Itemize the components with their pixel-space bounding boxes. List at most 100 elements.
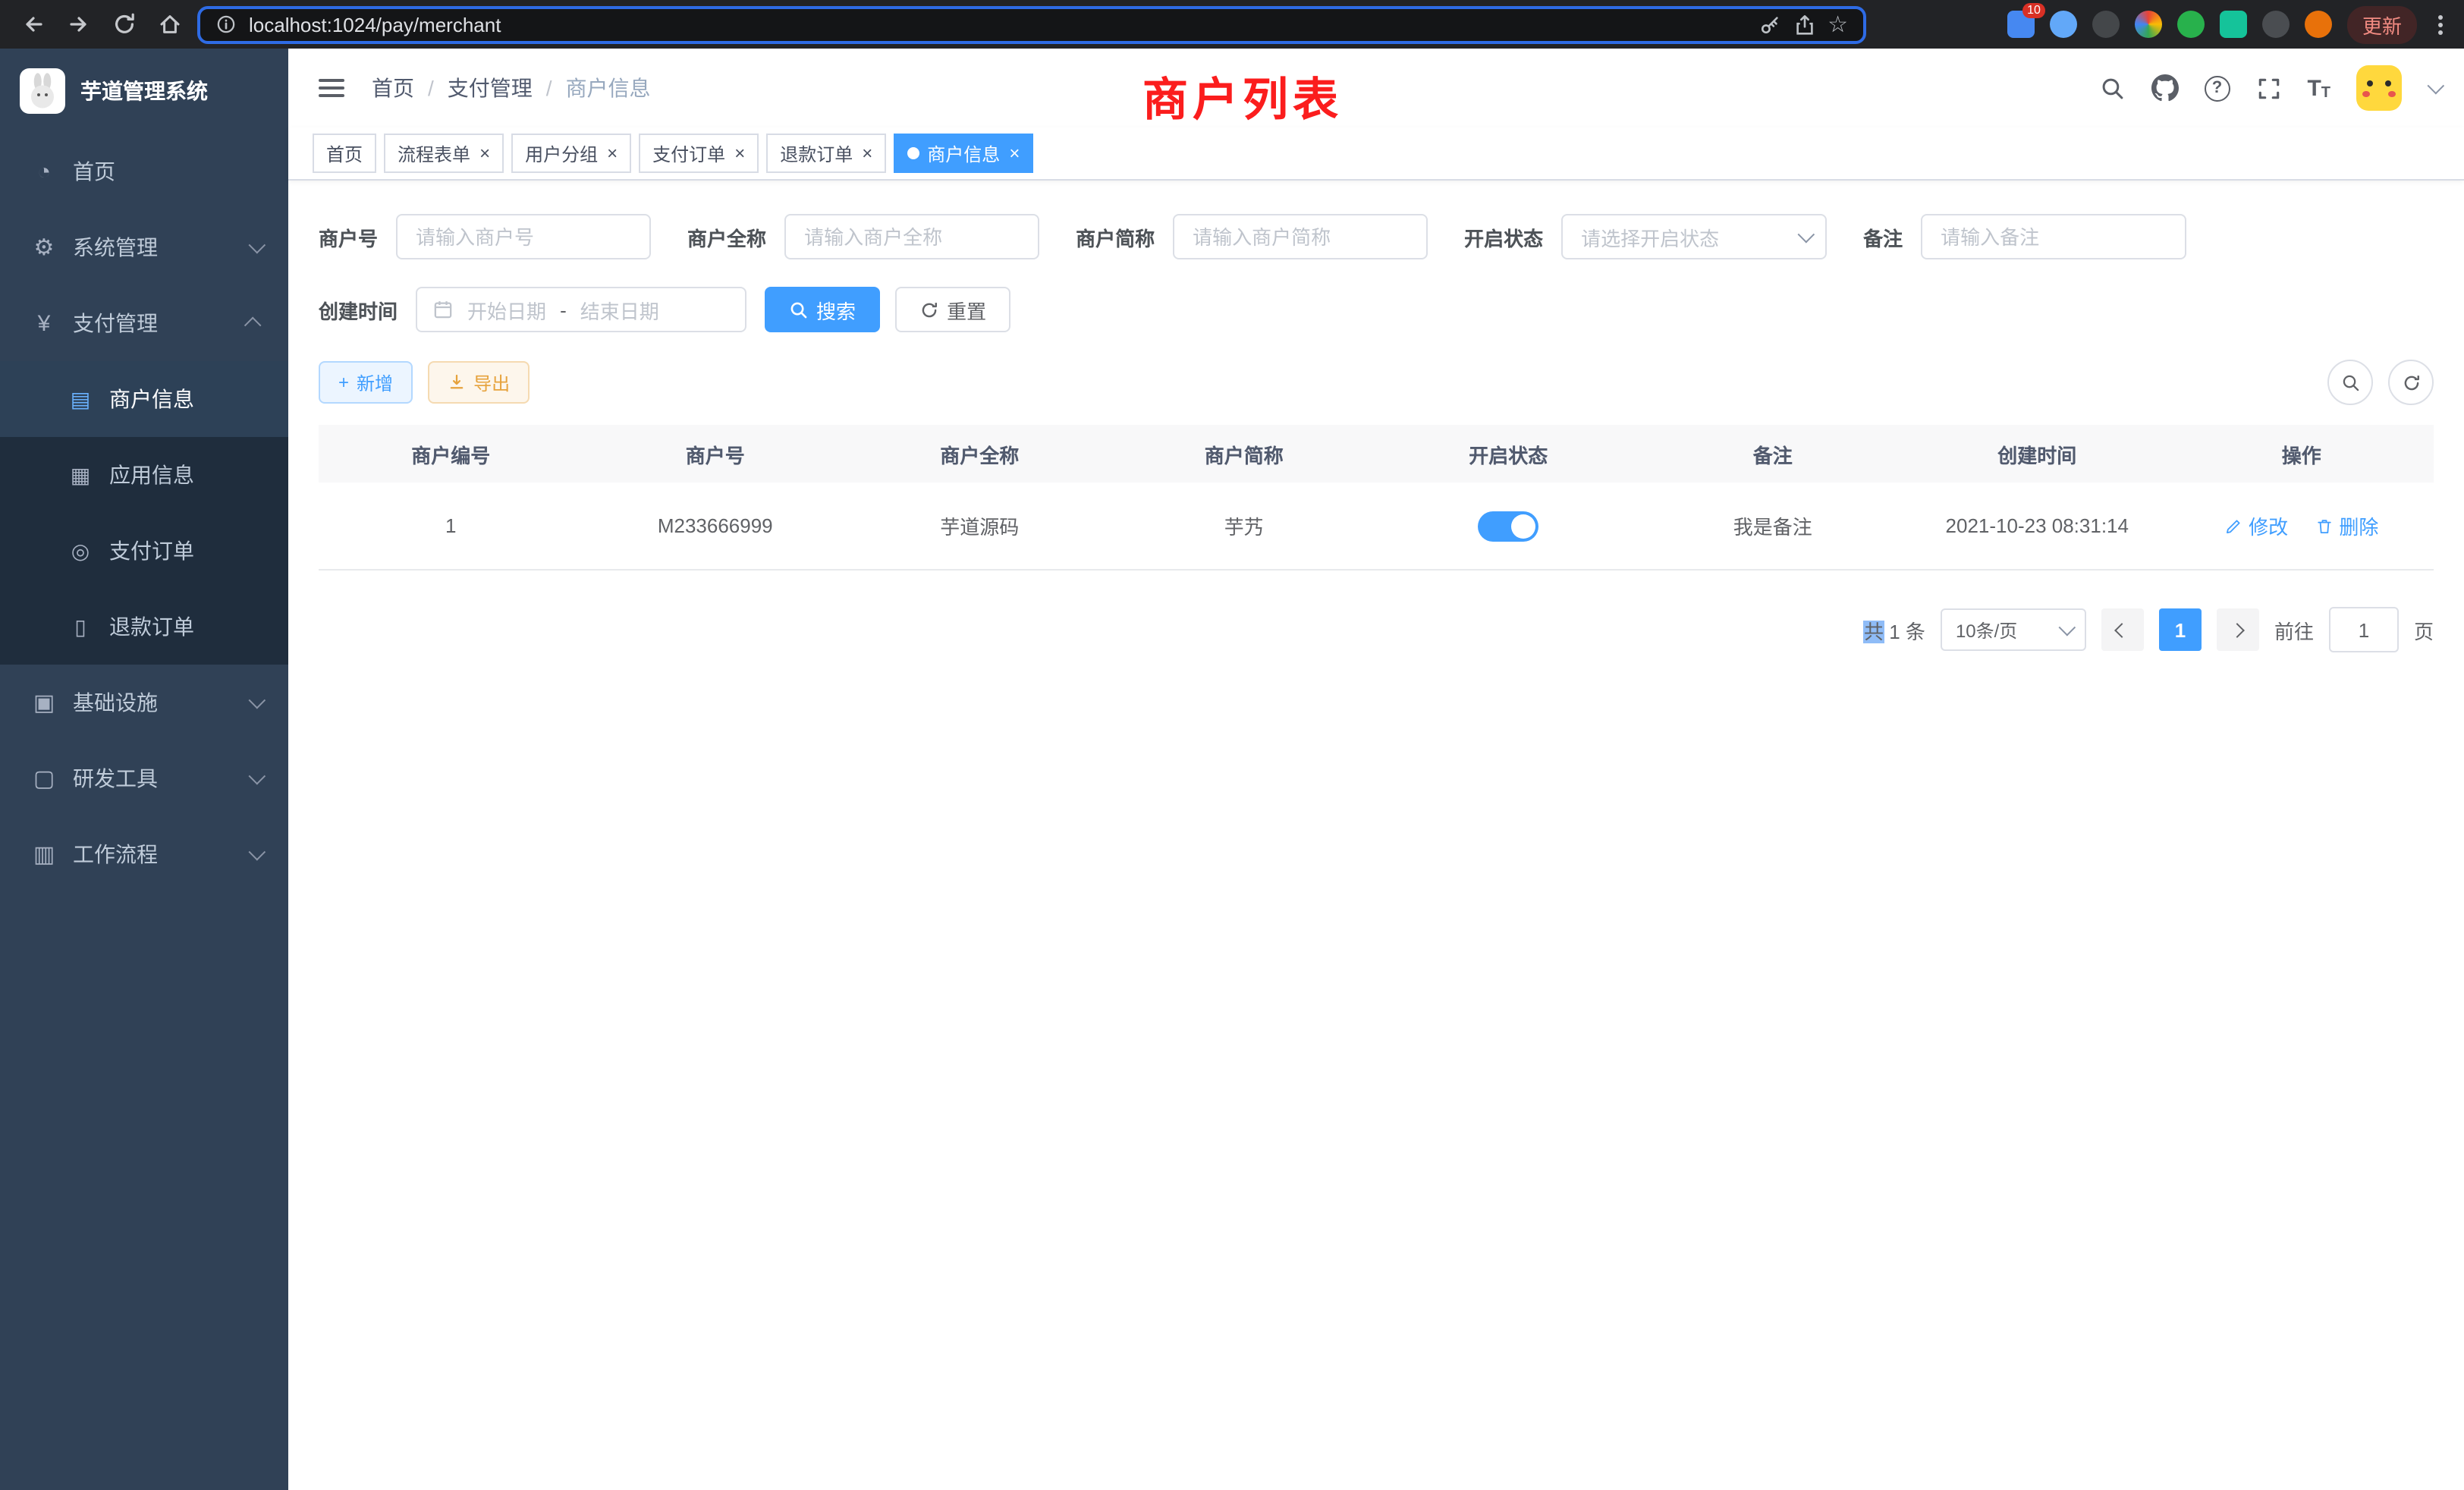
extension-icon-7[interactable] <box>2262 11 2290 38</box>
trash-icon <box>2315 517 2333 535</box>
fullscreen-icon[interactable] <box>2255 75 2281 101</box>
app-title: 芋道管理系统 <box>80 76 208 106</box>
github-icon[interactable] <box>2151 74 2178 102</box>
full-name-input[interactable] <box>784 214 1039 259</box>
search-icon <box>789 300 809 319</box>
page-number-1[interactable]: 1 <box>2159 608 2202 651</box>
status-select[interactable]: 请选择开启状态 <box>1561 214 1827 259</box>
remark-input[interactable] <box>1921 214 2186 259</box>
profile-avatar[interactable] <box>2305 11 2332 38</box>
hide-search-button[interactable] <box>2327 360 2373 405</box>
share-icon[interactable] <box>1793 13 1815 36</box>
reset-button[interactable]: 重置 <box>895 287 1010 332</box>
col-create-time: 创建时间 <box>1905 425 2170 483</box>
breadcrumb-home[interactable]: 首页 <box>372 73 414 103</box>
sidebar-toggle-icon[interactable] <box>313 73 350 103</box>
url-bar[interactable]: localhost:1024/pay/merchant ☆ <box>197 5 1866 43</box>
avatar-caret-icon[interactable] <box>2428 77 2445 95</box>
sidebar-item-refund-order[interactable]: ▯ 退款订单 <box>0 589 288 665</box>
help-icon[interactable]: ? <box>2204 75 2230 101</box>
browser-back-icon[interactable] <box>15 6 52 42</box>
extension-icon-4[interactable] <box>2135 11 2162 38</box>
col-merchant-no: 商户号 <box>583 425 848 483</box>
delete-link[interactable]: 删除 <box>2315 511 2378 540</box>
prev-page-button[interactable] <box>2101 608 2144 651</box>
page-size-select[interactable]: 10条/页 <box>1941 608 2086 651</box>
close-icon[interactable]: × <box>607 144 618 162</box>
gear-icon: ⚙ <box>30 234 58 261</box>
browser-reload-icon[interactable] <box>106 6 143 42</box>
sidebar-item-home[interactable]: ◔ 首页 <box>0 134 288 209</box>
sidebar-item-infra[interactable]: ▣ 基础设施 <box>0 665 288 740</box>
sidebar-item-payment[interactable]: ¥ 支付管理 <box>0 285 288 361</box>
filter-row-2: 创建时间 开始日期 - 结束日期 <box>319 287 2434 332</box>
goto-suffix: 页 <box>2414 615 2434 644</box>
add-button[interactable]: + 新增 <box>319 361 413 404</box>
breadcrumb-payment[interactable]: 支付管理 <box>448 73 533 103</box>
end-date-placeholder: 结束日期 <box>580 295 659 324</box>
bookmark-star-icon[interactable]: ☆ <box>1828 11 1848 38</box>
chevron-left-icon <box>2115 622 2130 637</box>
search-button[interactable]: 搜索 <box>765 287 880 332</box>
cell-create-time: 2021-10-23 08:31:14 <box>1905 483 2170 570</box>
tab-merchant-info[interactable]: 商户信息 × <box>894 134 1033 173</box>
chevron-down-icon <box>249 844 266 861</box>
chevron-right-icon <box>2230 622 2246 637</box>
browser-menu-icon[interactable] <box>2432 14 2449 34</box>
browser-home-icon[interactable] <box>152 6 188 42</box>
user-avatar[interactable] <box>2356 65 2402 111</box>
table-row: 1 M233666999 芋道源码 芋艿 我是备注 2021-10-23 08:… <box>319 483 2434 570</box>
cell-full-name: 芋道源码 <box>847 483 1112 570</box>
tab-process-form[interactable]: 流程表单 × <box>384 134 504 173</box>
close-icon[interactable]: × <box>734 144 745 162</box>
sidebar-item-app-info[interactable]: ▦ 应用信息 <box>0 437 288 513</box>
cell-remark: 我是备注 <box>1641 483 1906 570</box>
refresh-table-button[interactable] <box>2388 360 2434 405</box>
tab-home[interactable]: 首页 <box>313 134 376 173</box>
extension-icon-2[interactable] <box>2050 11 2077 38</box>
status-label: 开启状态 <box>1464 222 1543 251</box>
search-icon[interactable] <box>2099 75 2125 101</box>
goto-page-input[interactable] <box>2329 607 2399 652</box>
refresh-icon <box>919 300 939 319</box>
sidebar-item-pay-order[interactable]: ◎ 支付订单 <box>0 513 288 589</box>
monitor-icon: ▣ <box>30 689 58 716</box>
remark-label: 备注 <box>1863 222 1903 251</box>
filter-row-1: 商户号 商户全称 商户简称 开启状态 请选择开启状态 <box>319 214 2434 259</box>
extension-icon-3[interactable] <box>2092 11 2120 38</box>
create-time-range-picker[interactable]: 开始日期 - 结束日期 <box>416 287 746 332</box>
document-icon: ▯ <box>67 614 94 640</box>
browser-forward-icon[interactable] <box>61 6 97 42</box>
site-info-icon[interactable] <box>215 14 237 35</box>
close-icon[interactable]: × <box>862 144 872 162</box>
cell-merchant-no: M233666999 <box>583 483 848 570</box>
close-icon[interactable]: × <box>479 144 490 162</box>
sidebar-item-system[interactable]: ⚙ 系统管理 <box>0 209 288 285</box>
tab-pay-order[interactable]: 支付订单 × <box>639 134 759 173</box>
merchant-no-input[interactable] <box>396 214 651 259</box>
close-icon[interactable]: × <box>1009 144 1020 162</box>
extension-icon-6[interactable] <box>2220 11 2247 38</box>
export-button[interactable]: 导出 <box>428 361 530 404</box>
status-toggle[interactable] <box>1478 511 1538 541</box>
sidebar-item-devtools[interactable]: ▢ 研发工具 <box>0 740 288 816</box>
browser-update-button[interactable]: 更新 <box>2347 5 2417 43</box>
app-logo[interactable]: 芋道管理系统 <box>0 49 288 134</box>
sidebar-item-merchant-info[interactable]: ▤ 商户信息 <box>0 361 288 437</box>
edit-link[interactable]: 修改 <box>2224 511 2288 540</box>
password-key-icon[interactable] <box>1758 13 1780 36</box>
sidebar-item-workflow[interactable]: ▥ 工作流程 <box>0 816 288 892</box>
next-page-button[interactable] <box>2217 608 2259 651</box>
tab-user-group[interactable]: 用户分组 × <box>511 134 631 173</box>
cell-merchant-id: 1 <box>319 483 583 570</box>
font-size-icon[interactable]: TT <box>2307 75 2330 101</box>
flow-icon: ▥ <box>30 841 58 868</box>
extension-icon-5[interactable] <box>2177 11 2205 38</box>
chevron-down-icon <box>249 237 266 254</box>
short-name-label: 商户简称 <box>1076 222 1155 251</box>
tab-refund-order[interactable]: 退款订单 × <box>766 134 886 173</box>
extension-icon-1[interactable]: 10 <box>2007 11 2035 38</box>
start-date-placeholder: 开始日期 <box>467 295 546 324</box>
short-name-input[interactable] <box>1173 214 1428 259</box>
col-merchant-id: 商户编号 <box>319 425 583 483</box>
